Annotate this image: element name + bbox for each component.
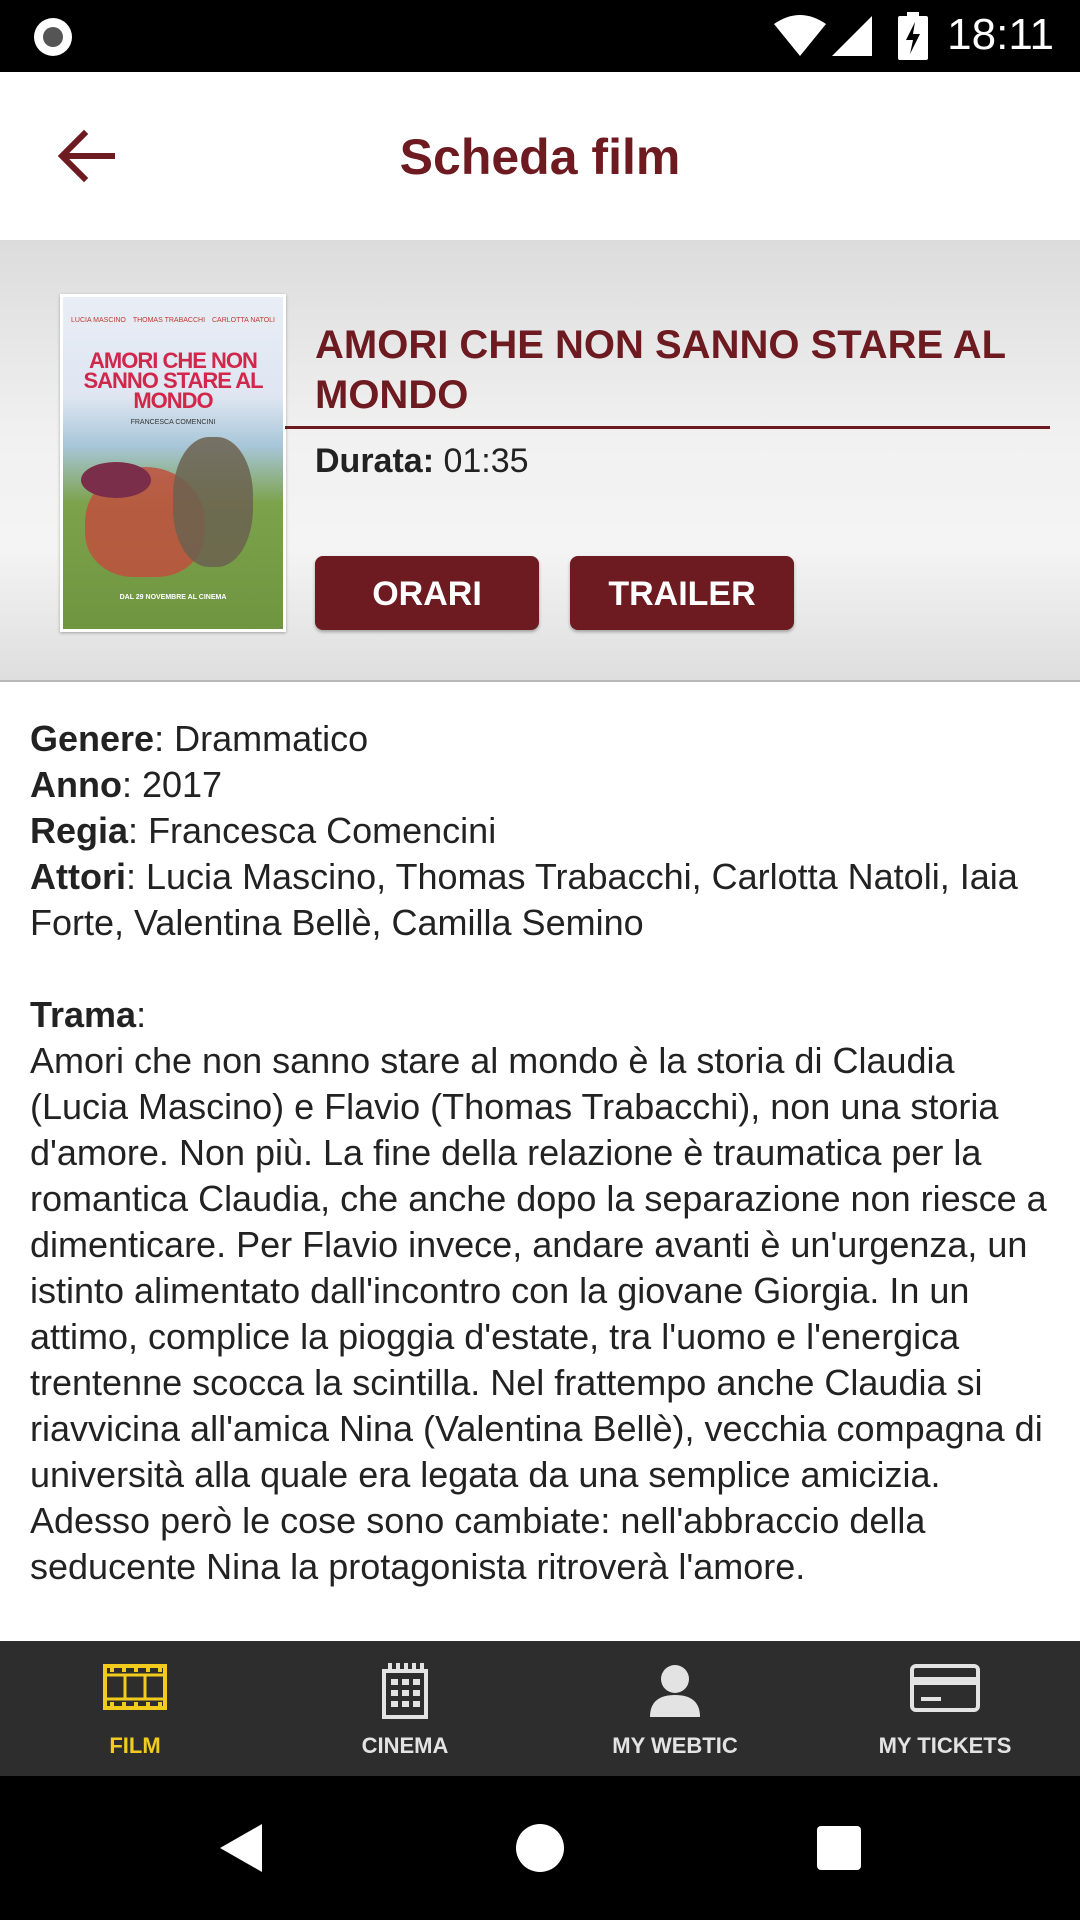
card-icon (910, 1664, 980, 1712)
battery-charging-icon (898, 12, 928, 60)
bottom-navigation: FILM CINEMA MY WEBTIC MY TICKETS (0, 1641, 1080, 1776)
nav-label-cinema: CINEMA (361, 1733, 449, 1758)
movie-header: LUCIA MASCINO THOMAS TRABACCHI CARLOTTA … (0, 240, 1080, 682)
poster-release-date: DAL 29 NOVEMBRE AL CINEMA (119, 594, 227, 601)
plot-heading: Trama: (30, 994, 147, 1035)
title-divider (285, 426, 1050, 429)
page-title: Scheda film (399, 129, 681, 185)
status-bar: 18:11 (0, 0, 1080, 72)
system-back-icon[interactable] (218, 1822, 264, 1874)
user-icon (650, 1665, 700, 1717)
nav-label-my-tickets: MY TICKETS (878, 1733, 1012, 1758)
app-bar: Scheda film (0, 72, 1080, 240)
year-row: Anno: 2017 (30, 764, 223, 805)
film-icon (103, 1664, 167, 1710)
movie-title: AMORI CHE NON SANNO STARE AL MONDO (315, 323, 1006, 417)
system-navigation-bar (0, 1776, 1080, 1920)
schedule-button[interactable]: ORARI (315, 556, 539, 630)
poster-director: FRANCESCA COMENCINI (130, 419, 216, 426)
trailer-button[interactable]: TRAILER (570, 556, 794, 630)
signal-icon (832, 16, 872, 56)
building-icon (382, 1663, 428, 1719)
director-value: Francesca Comencini (148, 810, 497, 851)
director-label: Regia (30, 810, 129, 851)
actors-row: Attori: Lucia Mascino, Thomas Trabacchi,… (30, 856, 1018, 943)
wifi-icon (774, 15, 826, 56)
genre-label: Genere (30, 718, 155, 759)
duration-label: Durata: (315, 442, 435, 480)
notification-icon (34, 18, 72, 56)
movie-poster: LUCIA MASCINO THOMAS TRABACCHI CARLOTTA … (60, 294, 286, 632)
actors-label: Attori (30, 856, 126, 897)
poster-title: AMORI CHE NON SANNO STARE AL MONDO (83, 348, 263, 413)
plot-text: Amori che non sanno stare al mondo è la … (30, 1040, 1047, 1587)
plot-label: Trama (30, 994, 137, 1035)
actors-value: Lucia Mascino, Thomas Trabacchi, Carlott… (30, 856, 1018, 943)
nav-item-film[interactable]: FILM (0, 1641, 270, 1776)
clock: 18:11 (947, 10, 1054, 59)
nav-label-my-webtic: MY WEBTIC (612, 1733, 738, 1758)
nav-item-cinema[interactable]: CINEMA (270, 1641, 540, 1776)
poster-figure-hat (81, 462, 151, 498)
director-row: Regia: Francesca Comencini (30, 810, 497, 851)
system-home-icon[interactable] (516, 1824, 564, 1872)
poster-figure (173, 437, 253, 567)
movie-duration: Durata: 01:35 (315, 442, 529, 481)
movie-details: Genere: Drammatico Anno: 2017 Regia: Fra… (30, 716, 1060, 1590)
nav-item-my-webtic[interactable]: MY WEBTIC (540, 1641, 810, 1776)
system-recents-icon[interactable] (817, 1826, 861, 1870)
duration-value: 01:35 (443, 442, 529, 480)
year-value: 2017 (141, 764, 223, 805)
nav-item-my-tickets[interactable]: MY TICKETS (810, 1641, 1080, 1776)
genre-row: Genere: Drammatico (30, 718, 369, 759)
nav-label-film: FILM (109, 1733, 161, 1758)
year-label: Anno (30, 764, 122, 805)
poster-credits: LUCIA MASCINO THOMAS TRABACCHI CARLOTTA … (71, 317, 275, 324)
genre-value: Drammatico (174, 718, 369, 759)
